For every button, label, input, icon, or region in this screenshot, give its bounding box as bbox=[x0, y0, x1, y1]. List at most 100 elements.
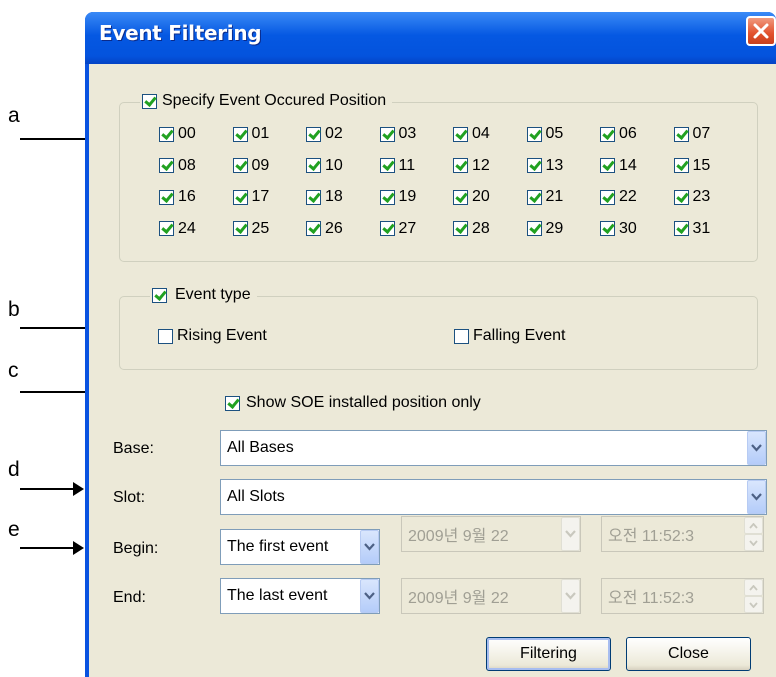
position-item-30[interactable]: 30 bbox=[600, 220, 637, 238]
position-checkbox-13[interactable] bbox=[526, 158, 542, 173]
begin-time-spinner[interactable] bbox=[744, 517, 763, 551]
position-checkbox-18[interactable] bbox=[306, 189, 321, 205]
position-item-03[interactable]: 03 bbox=[379, 125, 416, 143]
soe-checkbox[interactable] bbox=[225, 395, 240, 411]
position-checkbox-12[interactable] bbox=[453, 158, 468, 173]
position-checkbox-08[interactable] bbox=[159, 158, 174, 173]
rising-event-option[interactable]: Rising Event bbox=[158, 327, 267, 345]
position-item-09[interactable]: 09 bbox=[232, 157, 269, 175]
position-checkbox-04[interactable] bbox=[453, 126, 468, 142]
end-mode-dropdown-button[interactable] bbox=[360, 579, 379, 613]
begin-time-picker[interactable]: 오전 11:52:3 bbox=[601, 516, 764, 552]
position-item-00[interactable]: 00 bbox=[159, 125, 196, 143]
position-checkbox-17[interactable] bbox=[232, 189, 248, 205]
position-checkbox-24[interactable] bbox=[159, 221, 174, 236]
falling-event-checkbox[interactable] bbox=[454, 328, 469, 344]
position-checkbox-31[interactable] bbox=[673, 221, 689, 236]
position-item-06[interactable]: 06 bbox=[600, 125, 637, 143]
position-checkbox-27[interactable] bbox=[379, 221, 395, 236]
position-checkbox-30[interactable] bbox=[600, 221, 615, 236]
position-checkbox-23[interactable] bbox=[673, 189, 689, 205]
end-date-picker[interactable]: 2009년 9월 22 bbox=[401, 578, 581, 614]
begin-mode-select[interactable]: The first event bbox=[220, 529, 380, 565]
spin-down-icon[interactable] bbox=[744, 534, 763, 551]
close-window-button[interactable] bbox=[746, 16, 776, 46]
position-item-17[interactable]: 17 bbox=[232, 188, 269, 206]
position-checkbox-14[interactable] bbox=[600, 158, 615, 173]
position-checkbox-21[interactable] bbox=[526, 189, 542, 205]
position-item-22[interactable]: 22 bbox=[600, 188, 637, 206]
position-checkbox-05[interactable] bbox=[526, 126, 542, 142]
slot-dropdown-button[interactable] bbox=[747, 480, 766, 514]
spin-down-icon[interactable] bbox=[744, 596, 763, 613]
position-item-23[interactable]: 23 bbox=[673, 188, 710, 206]
end-time-picker[interactable]: 오전 11:52:3 bbox=[601, 578, 764, 614]
position-item-12[interactable]: 12 bbox=[453, 157, 490, 175]
falling-event-option[interactable]: Falling Event bbox=[454, 327, 566, 345]
position-item-08[interactable]: 08 bbox=[159, 157, 196, 175]
spin-up-icon[interactable] bbox=[744, 517, 763, 534]
position-item-27[interactable]: 27 bbox=[379, 220, 416, 238]
position-label-28: 28 bbox=[472, 219, 490, 237]
soe-option[interactable]: Show SOE installed position only bbox=[225, 394, 481, 412]
position-label-14: 14 bbox=[619, 156, 637, 174]
event-type-checkbox[interactable] bbox=[152, 287, 167, 303]
position-item-26[interactable]: 26 bbox=[306, 220, 343, 238]
position-checkbox-03[interactable] bbox=[379, 126, 395, 142]
position-item-24[interactable]: 24 bbox=[159, 220, 196, 238]
position-item-31[interactable]: 31 bbox=[673, 220, 710, 238]
slot-select[interactable]: All Slots bbox=[220, 479, 767, 515]
specify-position-checkbox[interactable] bbox=[142, 93, 157, 109]
position-item-11[interactable]: 11 bbox=[379, 157, 415, 175]
position-checkbox-26[interactable] bbox=[306, 221, 321, 236]
position-checkbox-20[interactable] bbox=[453, 189, 468, 205]
title-bar[interactable]: Event Filtering bbox=[85, 12, 776, 64]
position-checkbox-28[interactable] bbox=[453, 221, 468, 236]
position-item-19[interactable]: 19 bbox=[379, 188, 416, 206]
position-item-02[interactable]: 02 bbox=[306, 125, 343, 143]
position-checkbox-16[interactable] bbox=[159, 189, 174, 205]
position-item-29[interactable]: 29 bbox=[526, 220, 563, 238]
base-select[interactable]: All Bases bbox=[220, 430, 767, 466]
end-mode-select[interactable]: The last event bbox=[220, 578, 380, 614]
position-checkbox-02[interactable] bbox=[306, 126, 321, 142]
position-checkbox-01[interactable] bbox=[232, 126, 248, 142]
position-item-25[interactable]: 25 bbox=[232, 220, 269, 238]
base-dropdown-button[interactable] bbox=[747, 431, 766, 465]
position-item-15[interactable]: 15 bbox=[673, 157, 710, 175]
annotation-e: e bbox=[8, 518, 20, 541]
position-checkbox-11[interactable] bbox=[379, 158, 395, 173]
position-item-10[interactable]: 10 bbox=[306, 157, 343, 175]
position-checkbox-00[interactable] bbox=[159, 126, 174, 142]
position-item-16[interactable]: 16 bbox=[159, 188, 196, 206]
end-date-dropdown-button[interactable] bbox=[561, 579, 580, 613]
position-item-01[interactable]: 01 bbox=[232, 125, 269, 143]
rising-event-checkbox[interactable] bbox=[158, 328, 173, 344]
position-checkbox-19[interactable] bbox=[379, 189, 395, 205]
spin-up-icon[interactable] bbox=[744, 579, 763, 596]
position-item-13[interactable]: 13 bbox=[526, 157, 563, 175]
position-item-14[interactable]: 14 bbox=[600, 157, 637, 175]
position-checkbox-25[interactable] bbox=[232, 221, 248, 236]
position-checkbox-22[interactable] bbox=[600, 189, 615, 205]
position-item-05[interactable]: 05 bbox=[526, 125, 563, 143]
position-item-18[interactable]: 18 bbox=[306, 188, 343, 206]
begin-mode-dropdown-button[interactable] bbox=[360, 530, 379, 564]
position-checkbox-15[interactable] bbox=[673, 158, 689, 173]
filtering-button[interactable]: Filtering bbox=[486, 637, 611, 671]
position-item-21[interactable]: 21 bbox=[526, 188, 563, 206]
position-checkbox-07[interactable] bbox=[673, 126, 689, 142]
position-checkbox-29[interactable] bbox=[526, 221, 542, 236]
position-item-04[interactable]: 04 bbox=[453, 125, 490, 143]
position-checkbox-10[interactable] bbox=[306, 158, 321, 173]
position-checkbox-09[interactable] bbox=[232, 158, 248, 173]
begin-date-picker[interactable]: 2009년 9월 22 bbox=[401, 516, 581, 552]
close-button[interactable]: Close bbox=[626, 637, 751, 671]
position-item-20[interactable]: 20 bbox=[453, 188, 490, 206]
position-item-28[interactable]: 28 bbox=[453, 220, 490, 238]
position-group-header: Specify Event Occured Position bbox=[140, 92, 393, 110]
position-checkbox-06[interactable] bbox=[600, 126, 615, 142]
end-time-spinner[interactable] bbox=[744, 579, 763, 613]
position-item-07[interactable]: 07 bbox=[673, 125, 710, 143]
begin-date-dropdown-button[interactable] bbox=[561, 517, 580, 551]
